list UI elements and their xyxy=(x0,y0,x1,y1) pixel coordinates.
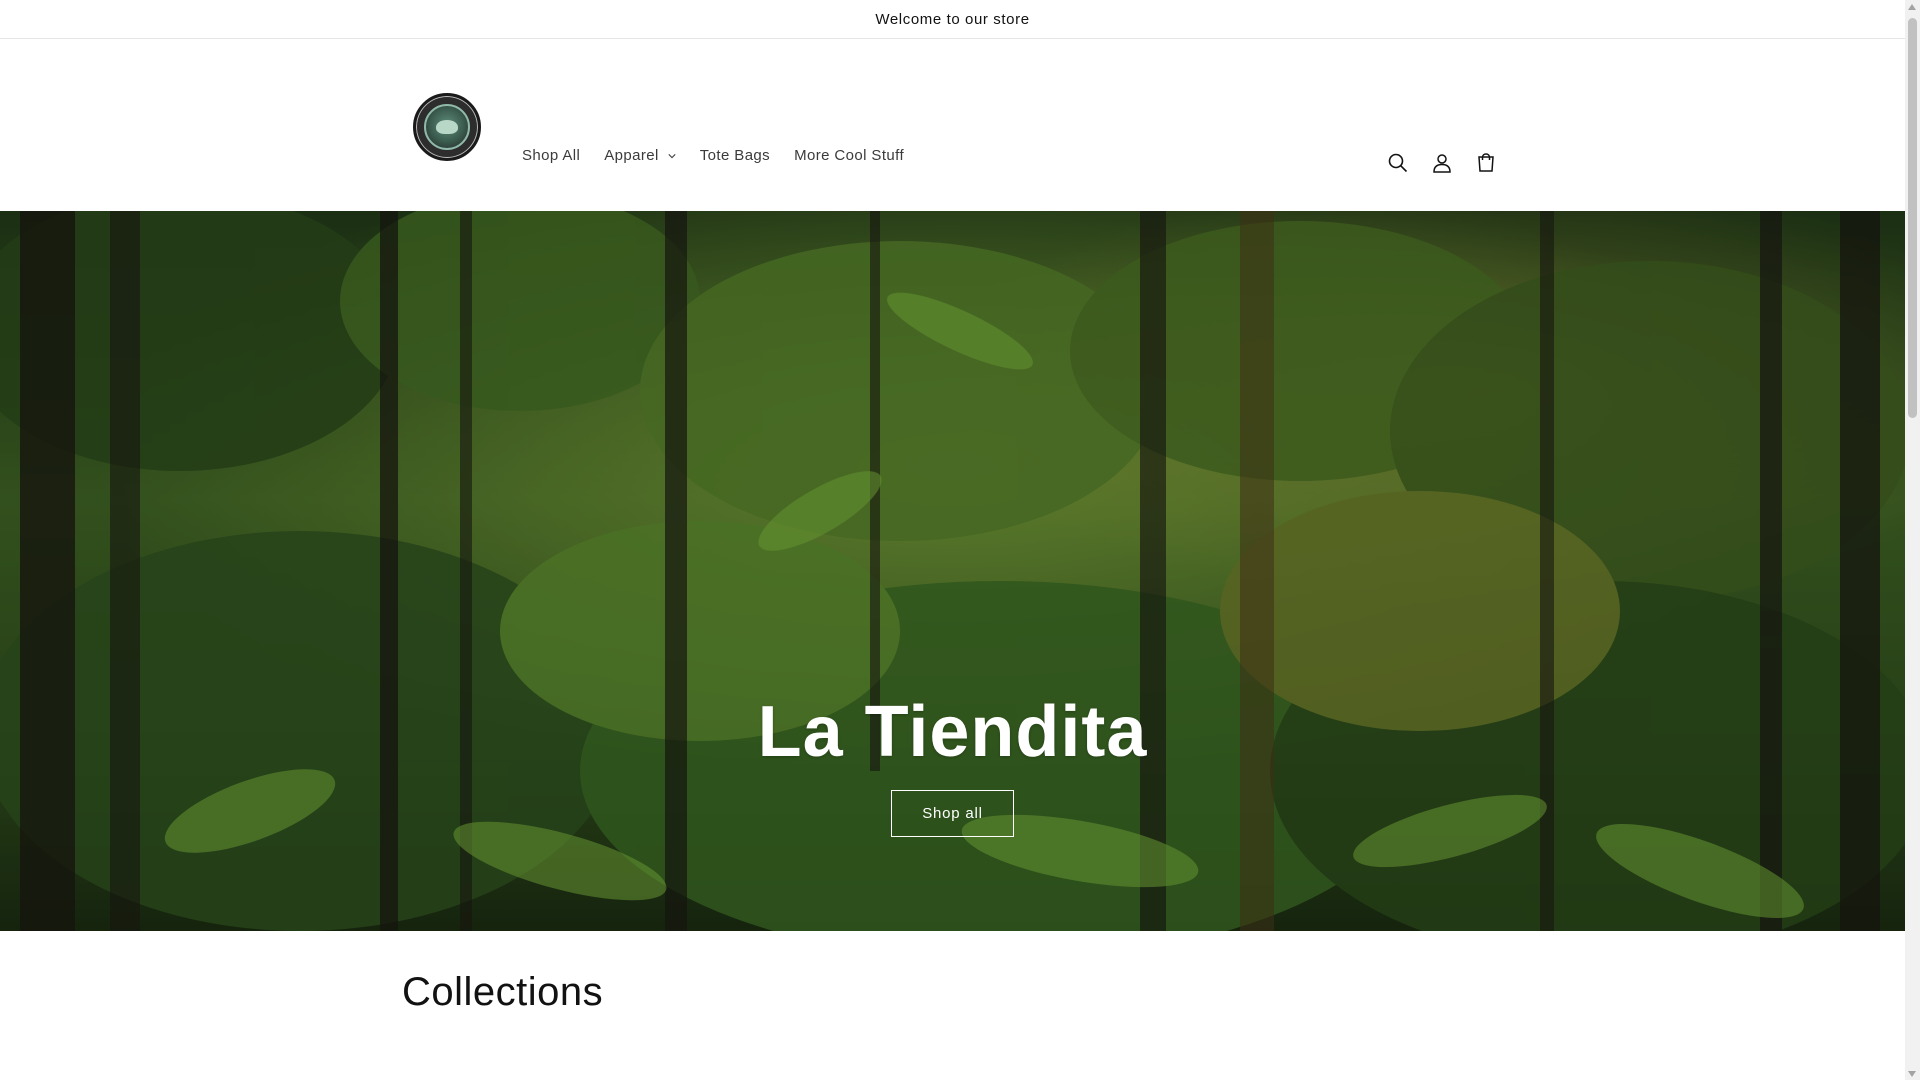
store-logo[interactable] xyxy=(413,93,481,161)
collections-heading: Collections xyxy=(402,970,604,1014)
search-icon xyxy=(1388,153,1408,173)
announcement-bar: Welcome to our store xyxy=(0,0,1905,39)
cart-icon xyxy=(1478,153,1494,172)
scroll-up-arrow-icon[interactable] xyxy=(1908,4,1916,10)
chevron-down-icon xyxy=(668,153,676,158)
scrollbar-thumb[interactable] xyxy=(1908,18,1917,418)
nav-more-cool-stuff[interactable]: More Cool Stuff xyxy=(794,147,904,164)
header-icons xyxy=(1376,145,1508,181)
announcement-text: Welcome to our store xyxy=(875,10,1030,28)
hero-banner: La Tiendita Shop all xyxy=(0,211,1905,931)
site-header: Shop All Apparel Tote Bags More Cool Stu… xyxy=(0,39,1905,210)
account-icon xyxy=(1433,154,1451,173)
main-nav: Shop All Apparel Tote Bags More Cool Stu… xyxy=(522,147,928,164)
nav-apparel-label: Apparel xyxy=(604,147,659,164)
page-scrollbar[interactable] xyxy=(1905,0,1920,1080)
logo-leaf-icon xyxy=(436,120,458,134)
hero-title: La Tiendita xyxy=(757,692,1148,772)
scroll-down-arrow-icon[interactable] xyxy=(1908,1071,1916,1077)
nav-shop-all[interactable]: Shop All xyxy=(522,147,580,164)
account-button[interactable] xyxy=(1420,145,1464,181)
logo-emblem xyxy=(424,104,470,150)
nav-apparel[interactable]: Apparel xyxy=(604,147,676,164)
nav-tote-bags[interactable]: Tote Bags xyxy=(700,147,770,164)
storefront-page: Welcome to our store Shop All Apparel To… xyxy=(0,0,1905,1080)
nav-shop-all-label: Shop All xyxy=(522,147,581,164)
hero-content: La Tiendita Shop all xyxy=(0,696,1905,837)
shop-all-button[interactable]: Shop all xyxy=(891,790,1014,837)
nav-more-cool-stuff-label: More Cool Stuff xyxy=(794,147,905,164)
nav-tote-bags-label: Tote Bags xyxy=(699,147,771,164)
cart-button[interactable] xyxy=(1464,145,1508,181)
search-button[interactable] xyxy=(1376,145,1420,181)
